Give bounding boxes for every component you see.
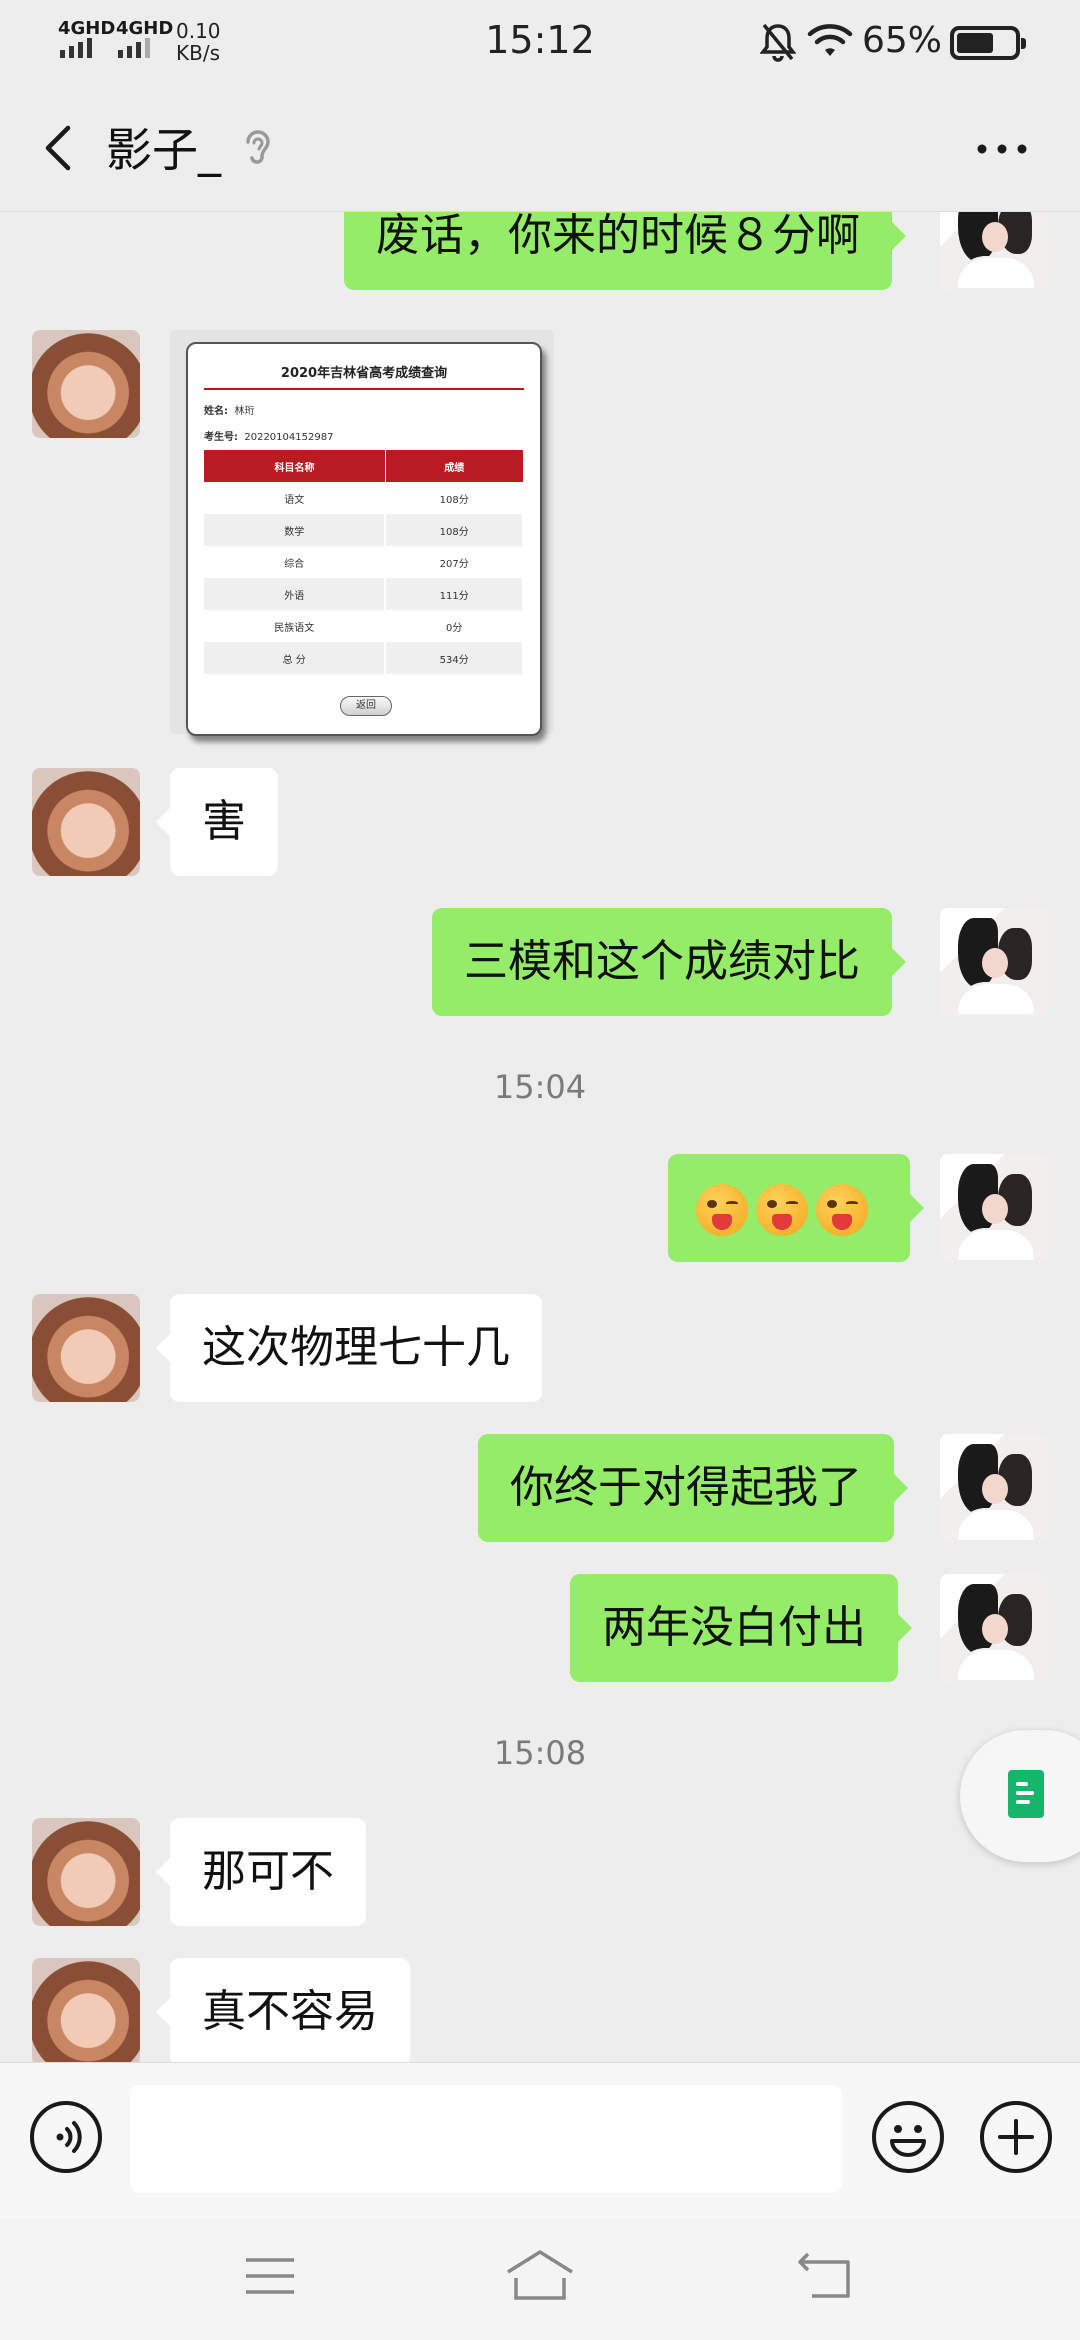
table-row: 语文 108分 <box>204 482 524 514</box>
voice-icon[interactable] <box>30 2101 102 2173</box>
message-bubble-sent[interactable]: 两年没白付出 <box>570 1574 912 1682</box>
document-icon <box>1008 1770 1044 1818</box>
report-back-button: 返回 <box>340 696 392 716</box>
message-bubble-received[interactable]: 那可不 <box>156 1818 366 1926</box>
message-bubble-sent[interactable]: 三模和这个成绩对比 <box>432 908 906 1016</box>
table-row: 综合 207分 <box>204 546 524 578</box>
message-image-score-report[interactable]: 2020年吉林省高考成绩查询 姓名: 林珩 考生号: 2022010415298… <box>170 330 554 736</box>
message-bubble-received[interactable]: 害 <box>156 768 278 876</box>
chat-header: 影子_ <box>0 84 1080 212</box>
floating-note-button[interactable] <box>960 1730 1080 1862</box>
winking-tongue-emoji-icon <box>696 1184 748 1236</box>
plus-icon[interactable] <box>980 2101 1052 2173</box>
timestamp: 15:08 <box>493 1734 587 1772</box>
score-table: 科目名称 成绩 语文 108分 数学 108分 综合 207分 外语 111分 民族语文… <box>204 450 524 674</box>
ear-icon <box>246 130 270 164</box>
message-bubble-sent[interactable]: 你终于对得起我了 <box>478 1434 908 1542</box>
more-icon[interactable] <box>972 134 1032 164</box>
system-nav-bar <box>0 2218 1080 2340</box>
battery-percent: 65% <box>862 20 943 61</box>
col-score: 成绩 <box>385 450 524 482</box>
battery-icon <box>950 26 1026 60</box>
table-row: 外语 111分 <box>204 578 524 610</box>
table-row: 数学 108分 <box>204 514 524 546</box>
contact-avatar[interactable] <box>32 330 140 438</box>
home-icon[interactable] <box>504 2248 576 2302</box>
message-bubble-received[interactable]: 真不容易 <box>156 1958 410 2062</box>
message-bubble-sent-emoji[interactable] <box>668 1154 924 1262</box>
status-bar: 4GHD 4GHD 0.10 KB/s 15:12 65% <box>0 0 1080 84</box>
my-avatar[interactable] <box>940 1154 1048 1262</box>
contact-avatar[interactable] <box>32 1958 140 2062</box>
input-bar <box>0 2062 1080 2218</box>
message-bubble-sent[interactable]: 废话，你来的时候８分啊 <box>344 212 906 290</box>
menu-icon[interactable] <box>244 2254 296 2298</box>
my-avatar[interactable] <box>940 908 1048 1016</box>
winking-tongue-emoji-icon <box>816 1184 868 1236</box>
table-row: 总 分 534分 <box>204 642 524 674</box>
divider <box>204 388 524 390</box>
chevron-left-icon[interactable] <box>32 118 92 178</box>
message-input[interactable] <box>130 2085 842 2193</box>
mute-bell-icon <box>760 23 796 62</box>
my-avatar[interactable] <box>940 1434 1048 1542</box>
timestamp: 15:04 <box>493 1068 587 1106</box>
my-avatar[interactable] <box>940 1574 1048 1682</box>
contact-avatar[interactable] <box>32 1818 140 1926</box>
chat-title: 影子_ <box>106 123 221 177</box>
message-bubble-received[interactable]: 这次物理七十几 <box>156 1294 542 1402</box>
report-exam-id: 考生号: 20220104152987 <box>204 432 334 443</box>
report-title: 2020年吉林省高考成绩查询 <box>280 366 448 381</box>
message-list[interactable]: 废话，你来的时候８分啊 2020年吉林省高考成绩查询 姓名: 林珩 考生号: 2… <box>0 212 1080 2062</box>
contact-avatar[interactable] <box>32 1294 140 1402</box>
emoji-icon[interactable] <box>872 2101 944 2173</box>
wifi-icon <box>807 24 853 56</box>
col-subject: 科目名称 <box>204 450 386 482</box>
table-row: 民族语文 0分 <box>204 610 524 642</box>
report-name: 姓名: 林珩 <box>204 406 255 417</box>
score-report-card: 2020年吉林省高考成绩查询 姓名: 林珩 考生号: 2022010415298… <box>186 342 542 736</box>
my-avatar[interactable] <box>940 212 1048 290</box>
winking-tongue-emoji-icon <box>756 1184 808 1236</box>
back-nav-icon[interactable] <box>796 2252 852 2300</box>
contact-avatar[interactable] <box>32 768 140 876</box>
